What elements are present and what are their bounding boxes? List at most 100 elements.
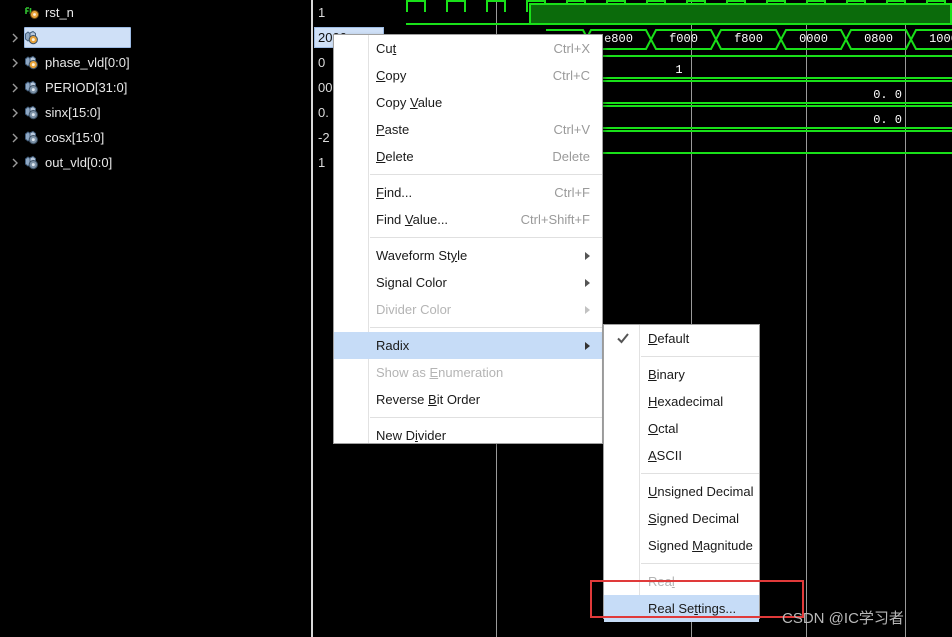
waveform-bus-label-3: 0000: [799, 32, 828, 46]
tree-row-6[interactable]: out_vld[0:0]: [0, 150, 311, 175]
value-text: 0.: [318, 105, 329, 120]
panel-divider[interactable]: [311, 0, 313, 637]
expand-arrow-icon[interactable]: [6, 150, 24, 175]
signal-name-label: PERIOD[31:0]: [45, 79, 128, 95]
menu-item-reverse-bit-order[interactable]: Reverse Bit Order: [334, 386, 602, 413]
menu-item-accelerator: Ctrl+X: [553, 41, 590, 56]
radix-item-real: Real: [604, 568, 759, 595]
tree-row-1[interactable]: phase_in[15:0]: [0, 25, 311, 50]
menu-item-label: Find...: [376, 185, 413, 200]
expand-arrow-icon[interactable]: [6, 75, 24, 100]
menu-item-accelerator: Delete: [552, 149, 590, 164]
submenu-separator: [641, 356, 759, 357]
tree-row-0[interactable]: rst_n: [0, 0, 311, 25]
value-text: 00: [318, 80, 333, 95]
radix-item-label: Signed Magnitude: [648, 538, 753, 553]
menu-item-find-value[interactable]: Find Value... Ctrl+Shift+F: [334, 206, 602, 233]
menu-item-delete[interactable]: Delete Delete: [334, 143, 602, 170]
submenu-separator: [641, 473, 759, 474]
menu-item-signal-color[interactable]: Signal Color: [334, 269, 602, 296]
menu-item-label: Divider Color: [376, 302, 452, 317]
radix-item-signed-decimal[interactable]: Signed Decimal: [604, 505, 759, 532]
expand-arrow-icon[interactable]: [6, 100, 24, 125]
submenu-arrow-icon: [585, 341, 590, 350]
radix-submenu[interactable]: Default Binary Hexadecimal Octal ASCII Unsign…: [603, 324, 760, 622]
menu-item-accelerator: Ctrl+Shift+F: [520, 212, 590, 227]
signal-context-menu[interactable]: Cut Ctrl+X Copy Ctrl+C Copy Value Paste Ctrl+V…: [333, 34, 603, 444]
menu-separator: [370, 327, 602, 328]
tree-row-4[interactable]: sinx[15:0]: [0, 100, 311, 125]
menu-item-label: Paste: [376, 122, 410, 137]
context-menu-items: Cut Ctrl+X Copy Ctrl+C Copy Value Paste Ctrl+V…: [334, 35, 602, 449]
signal-bus-icon: [24, 155, 40, 171]
menu-item-label: Show as Enumeration: [376, 365, 504, 380]
waveform-solid-block: [529, 3, 952, 25]
submenu-separator: [641, 563, 759, 564]
signal-bus-in-icon: [24, 55, 40, 71]
tree-row-3[interactable]: PERIOD[31:0]: [0, 75, 311, 100]
value-row-0[interactable]: 1: [313, 0, 406, 25]
radix-item-ascii[interactable]: ASCII: [604, 442, 759, 469]
signal-bus-icon: [24, 80, 40, 96]
menu-item-copy-value[interactable]: Copy Value: [334, 89, 602, 116]
waveform-bus-label-4: 0800: [864, 32, 893, 46]
radix-item-default[interactable]: Default: [604, 325, 759, 352]
radix-item-label: Binary: [648, 367, 685, 382]
signal-bus-icon: [24, 130, 40, 146]
signal-name-label: rst_n: [45, 4, 74, 20]
expand-arrow-icon[interactable]: [6, 25, 24, 50]
menu-item-label: Copy: [376, 68, 407, 83]
checkmark-icon: [616, 331, 630, 345]
waveform-row-solid[interactable]: [406, 3, 952, 28]
expand-arrow-icon[interactable]: [6, 50, 24, 75]
menu-item-label: Signal Color: [376, 275, 447, 290]
submenu-arrow-icon: [585, 305, 590, 314]
menu-item-label: Delete: [376, 149, 414, 164]
menu-item-label: Find Value...: [376, 212, 449, 227]
menu-item-radix[interactable]: Radix: [334, 332, 602, 359]
signal-name-label: out_vld[0:0]: [45, 154, 113, 170]
radix-item-octal[interactable]: Octal: [604, 415, 759, 442]
menu-item-copy[interactable]: Copy Ctrl+C: [334, 62, 602, 89]
radix-item-unsigned-decimal[interactable]: Unsigned Decimal: [604, 478, 759, 505]
waveform-bus-label-1: f000: [669, 32, 698, 46]
value-text: 1: [318, 5, 326, 20]
waveform-viewer-window: rst_n phase_in[15:0] phase_vld[0:0] PERIOD[…: [0, 0, 952, 637]
signal-bus-in-icon: [24, 30, 40, 46]
radix-item-signed-magnitude[interactable]: Signed Magnitude: [604, 532, 759, 559]
menu-separator: [370, 237, 602, 238]
tree-row-2[interactable]: phase_vld[0:0]: [0, 50, 311, 75]
menu-item-waveform-style[interactable]: Waveform Style: [334, 242, 602, 269]
signal-tree-panel[interactable]: rst_n phase_in[15:0] phase_vld[0:0] PERIOD[…: [0, 0, 311, 637]
expand-arrow-icon: [6, 0, 24, 25]
value-text: 0: [318, 55, 326, 70]
menu-separator: [370, 417, 602, 418]
menu-item-paste[interactable]: Paste Ctrl+V: [334, 116, 602, 143]
menu-item-accelerator: Ctrl+C: [552, 68, 590, 83]
waveform-low-line: [406, 23, 530, 25]
menu-item-divider-color: Divider Color: [334, 296, 602, 323]
submenu-arrow-icon: [585, 278, 590, 287]
waveform-bus-label-5: 1000: [929, 32, 952, 46]
menu-item-label: Radix: [376, 338, 410, 353]
menu-item-find[interactable]: Find... Ctrl+F: [334, 179, 602, 206]
radix-item-label: Real Settings...: [648, 601, 737, 616]
expand-arrow-icon[interactable]: [6, 125, 24, 150]
radix-item-label: Signed Decimal: [648, 511, 740, 526]
menu-item-accelerator: Ctrl+F: [554, 185, 590, 200]
signal-bit-icon: [24, 5, 40, 21]
signal-bus-icon: [24, 105, 40, 121]
radix-item-label: ASCII: [648, 448, 682, 463]
tree-row-5[interactable]: cosx[15:0]: [0, 125, 311, 150]
menu-item-label: Reverse Bit Order: [376, 392, 481, 407]
menu-item-cut[interactable]: Cut Ctrl+X: [334, 35, 602, 62]
radix-item-binary[interactable]: Binary: [604, 361, 759, 388]
menu-item-label: New Divider: [376, 428, 447, 443]
menu-separator: [370, 174, 602, 175]
radix-item-hexadecimal[interactable]: Hexadecimal: [604, 388, 759, 415]
radix-item-label: Octal: [648, 421, 679, 436]
menu-item-new-divider[interactable]: New Divider: [334, 422, 602, 449]
menu-item-label: Cut: [376, 41, 397, 56]
radix-item-real-settings[interactable]: Real Settings...: [604, 595, 759, 622]
radix-item-label: Unsigned Decimal: [648, 484, 754, 499]
